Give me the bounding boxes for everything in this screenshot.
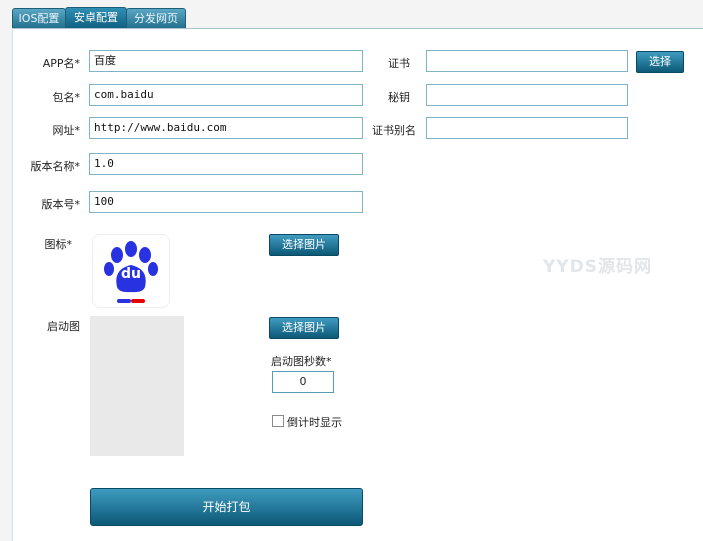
version-code-label: 版本号* (41, 198, 81, 211)
select-splash-button[interactable]: 选择图片 (269, 317, 339, 339)
version-name-label: 版本名称* (30, 160, 81, 173)
select-cert-button[interactable]: 选择 (636, 51, 684, 73)
start-build-button[interactable]: 开始打包 (90, 488, 363, 526)
version-code-input[interactable]: 100 (89, 191, 363, 213)
cert-input[interactable] (426, 50, 628, 72)
cert-label: 证书 (388, 57, 410, 70)
app-icon-preview: du (92, 234, 170, 308)
tab-ios-config[interactable]: IOS配置 (12, 8, 66, 28)
version-name-input[interactable]: 1.0 (89, 153, 363, 175)
url-label: 网址* (52, 124, 81, 137)
icon-label: 图标* (44, 238, 73, 251)
watermark: YYDS源码网 (543, 257, 652, 277)
splash-label: 启动图 (47, 320, 80, 333)
icon-text: du (121, 266, 141, 282)
url-input[interactable]: http://www.baidu.com (89, 117, 363, 139)
package-input[interactable]: com.baidu (89, 84, 363, 106)
secret-input[interactable] (426, 84, 628, 106)
select-icon-button[interactable]: 选择图片 (269, 234, 339, 256)
tab-android-config[interactable]: 安卓配置 (65, 7, 127, 29)
splash-seconds-label: 启动图秒数* (271, 355, 332, 368)
package-label: 包名* (52, 91, 81, 104)
countdown-checkbox[interactable] (272, 415, 284, 427)
tab-distribution-page[interactable]: 分发网页 (126, 8, 186, 28)
app-name-label: APP名* (42, 57, 80, 70)
cert-alias-input[interactable] (426, 117, 628, 139)
countdown-label: 倒计时显示 (287, 416, 342, 429)
cert-alias-label: 证书别名 (372, 124, 416, 137)
app-name-input[interactable]: 百度 (89, 50, 363, 72)
splash-preview (90, 316, 184, 456)
splash-seconds-input[interactable]: 0 (272, 371, 334, 393)
secret-label: 秘钥 (388, 91, 410, 104)
